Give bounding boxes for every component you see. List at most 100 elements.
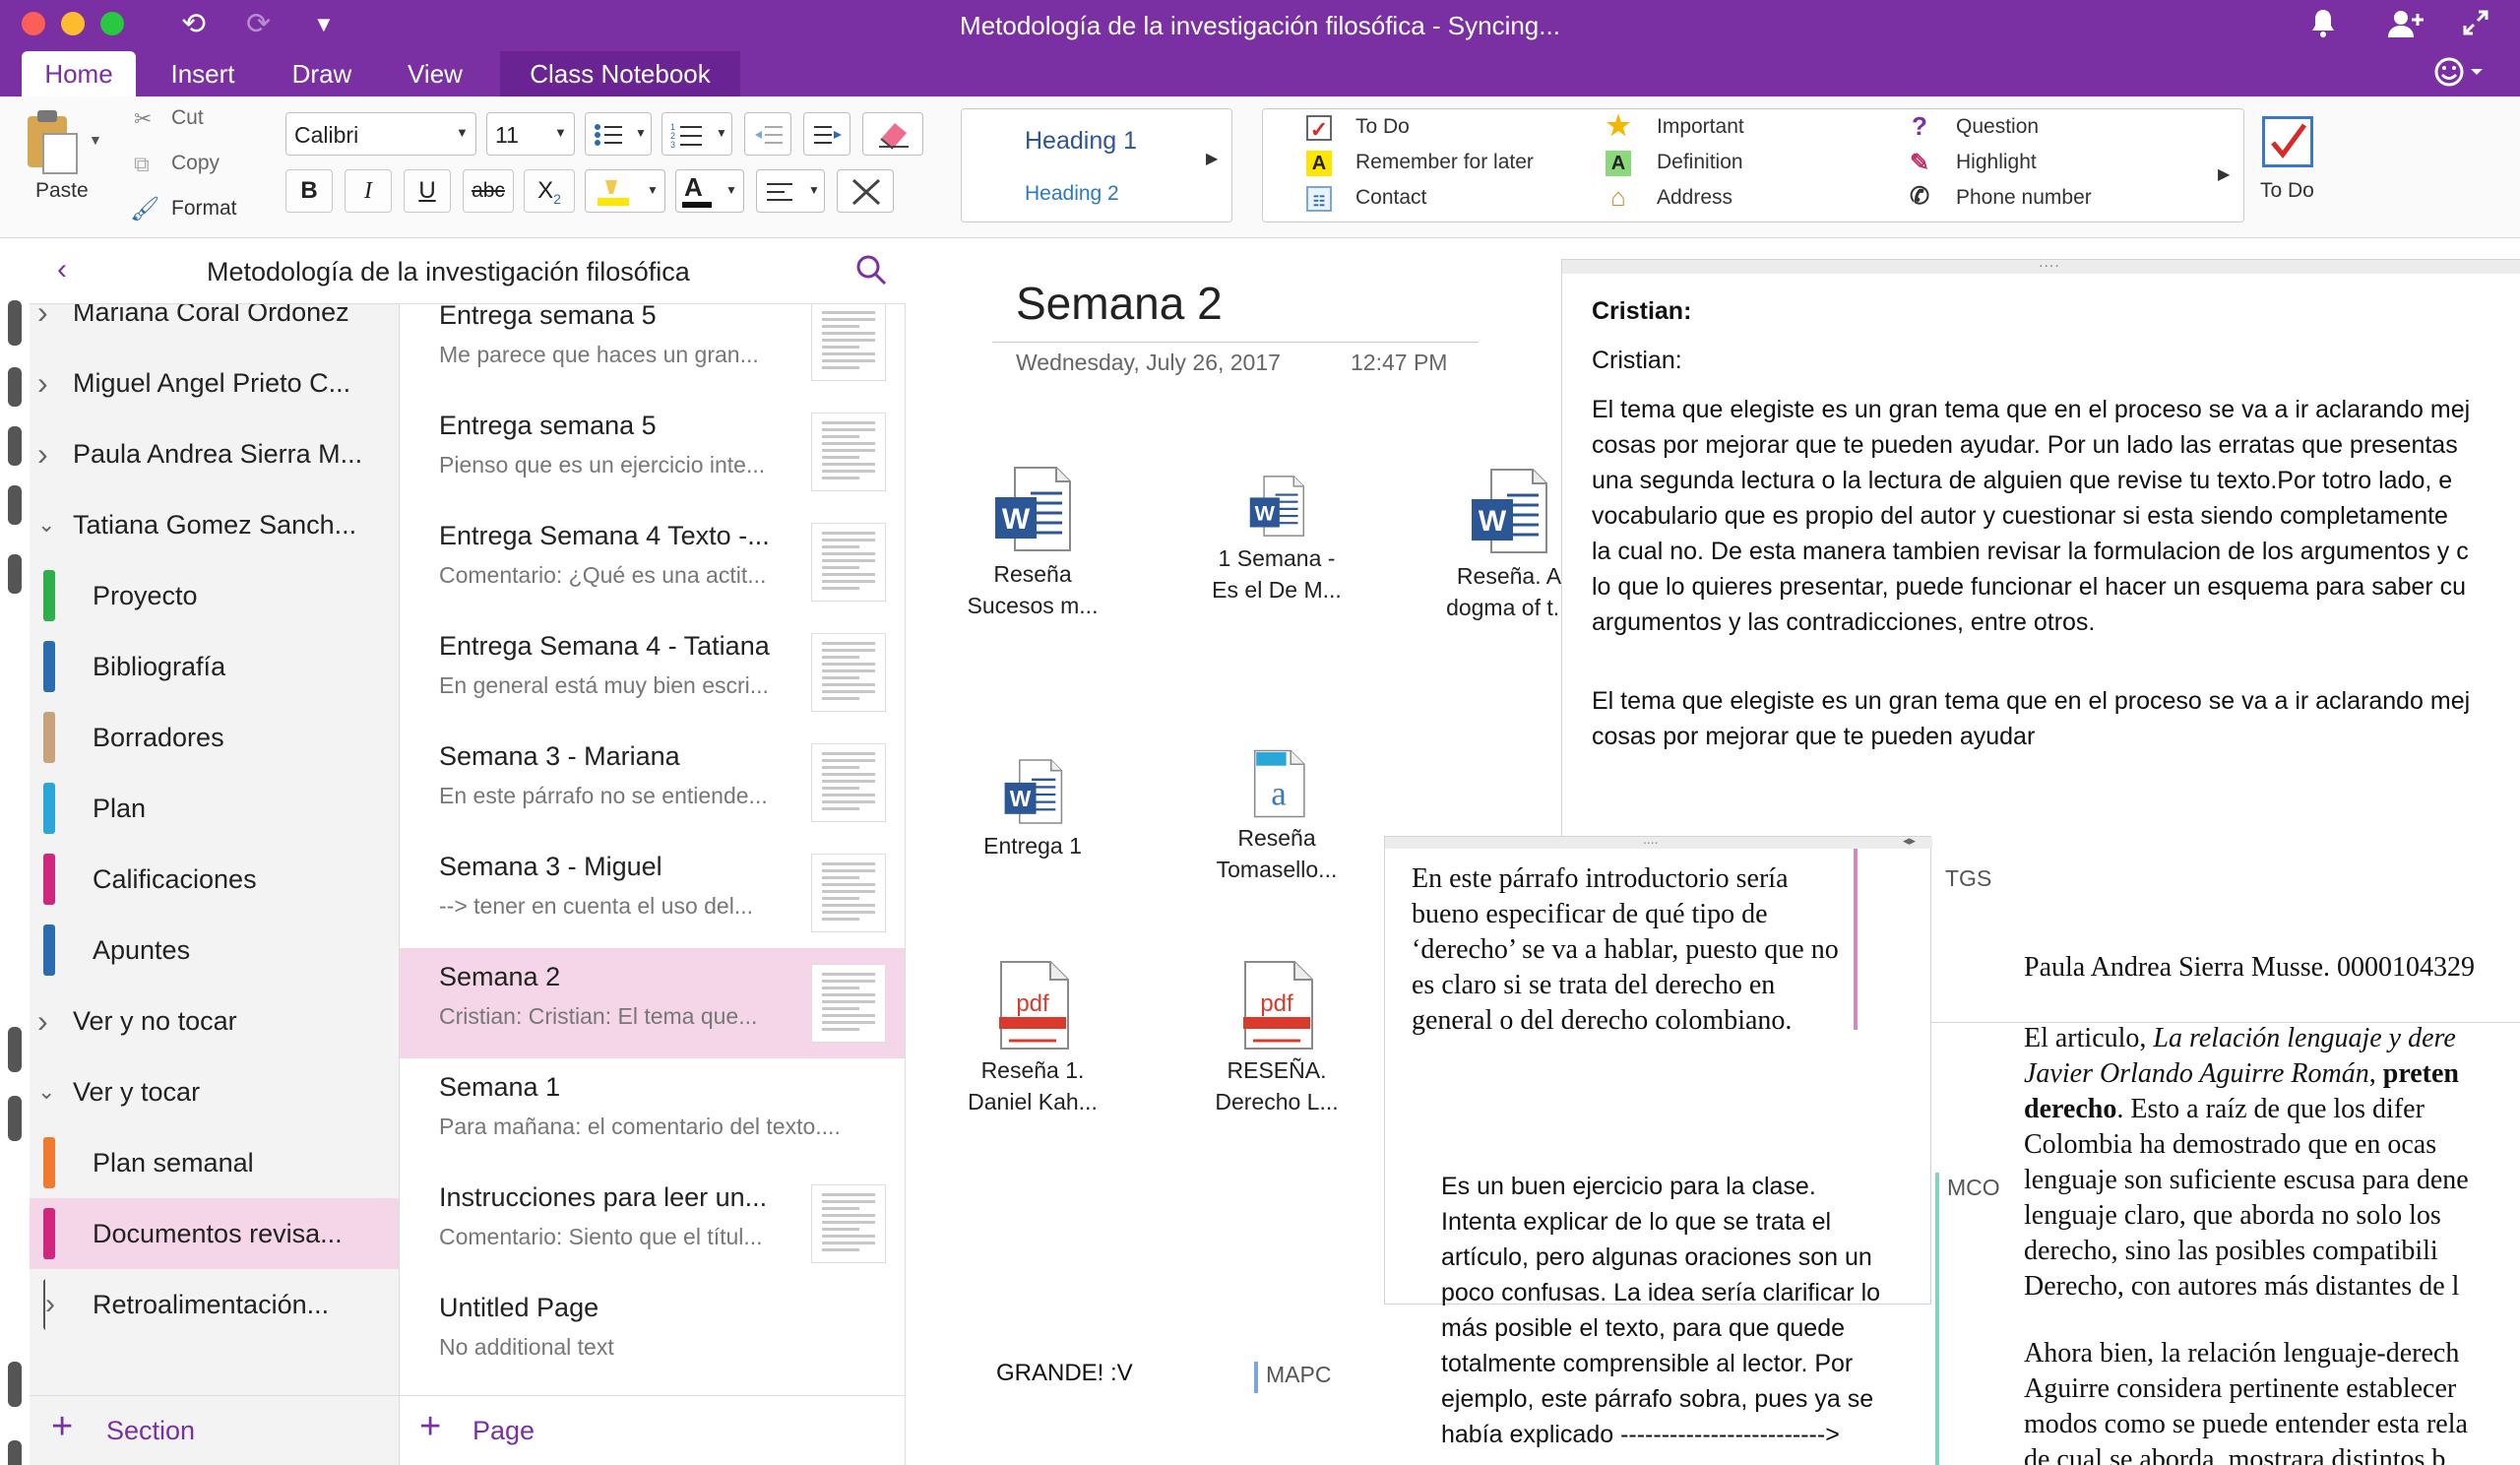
page-item-title: Semana 1 [439,1072,561,1102]
comment-paragraph-1-line: El tema que elegiste es un gran tema que… [1592,396,2471,423]
add-section-button[interactable]: + Section [30,1395,399,1465]
attachment-file[interactable]: W Entrega 1 [939,757,1126,861]
note-resize-arrows-icon[interactable]: ◂▸ [1903,833,1916,849]
section-item[interactable]: ⌄ Ver y tocar [30,1056,399,1127]
page-thumbnail [811,413,886,491]
clear-formatting-eraser-icon[interactable] [862,112,923,156]
increase-indent-icon[interactable] [803,112,850,156]
add-page-button[interactable]: + Page [400,1395,905,1465]
attachment-file[interactable]: pdf Reseña 1. Daniel Kah... [939,960,1126,1117]
chevron-down-icon[interactable]: ⌄ [37,489,55,560]
page-item[interactable]: Semana 1 Para mañana: el comentario del t… [400,1058,905,1169]
chevron-down-icon[interactable]: ⌄ [37,1056,55,1127]
tag-address[interactable]: Address [1657,186,1732,210]
paste-icon[interactable] [24,108,83,177]
page-item[interactable]: Instrucciones para leer un... Comentario:… [400,1169,905,1279]
bold-button[interactable]: B [285,169,333,213]
tab-class-notebook[interactable]: Class Notebook [500,51,740,96]
search-icon[interactable] [854,253,888,291]
chevron-right-icon[interactable]: › [37,348,48,418]
notification-bell-icon[interactable] [2309,8,2337,47]
section-item[interactable]: Borradores [30,702,399,773]
highlight-color-button[interactable]: ▼ [585,169,665,213]
chevron-right-icon[interactable]: › [37,418,48,489]
tags-more-arrow-icon[interactable]: ▶ [2218,164,2230,184]
bullets-button[interactable]: ▼ [585,112,652,156]
notebook-name[interactable]: Metodología de la investigación filosófi… [207,257,690,287]
subscript-label: X [537,177,554,204]
section-item[interactable]: › Mariana Coral Ordonez [30,304,399,348]
tab-view[interactable]: View [386,51,484,96]
tag-remember-for-later[interactable]: Remember for later [1355,151,1534,174]
section-item[interactable]: Proyecto [30,560,399,631]
section-item[interactable]: Plan semanal [30,1127,399,1198]
italic-button[interactable]: I [345,169,392,213]
page-item[interactable]: Entrega Semana 4 Texto -... Comentario: ¿… [400,507,905,617]
page-item[interactable]: Untitled Page No additional text [400,1279,905,1389]
strikethrough-button[interactable]: abc [463,169,514,213]
section-item[interactable]: › Paula Andrea Sierra M... [30,418,399,489]
section-item[interactable]: › Ver y no tocar [30,986,399,1056]
add-person-icon[interactable] [2386,8,2426,47]
paste-dropdown-icon[interactable]: ▼ [89,132,102,148]
feedback-smiley-icon[interactable] [2433,55,2488,96]
section-item[interactable]: › Retroalimentación... [30,1269,399,1340]
tag-contact[interactable]: Contact [1355,186,1426,210]
chevron-right-icon[interactable]: › [45,1269,55,1340]
tab-insert[interactable]: Insert [148,51,258,96]
attachment-file[interactable]: W 1 Semana - Es el De M... [1183,474,1370,605]
paste-button[interactable]: Paste [35,179,89,203]
page-item[interactable]: Semana 3 - Miguel --> tener en cuenta el … [400,838,905,948]
chevron-down-icon: ▼ [808,183,820,197]
page-item[interactable]: Semana 2 Cristian: Cristian: El tema que.… [400,948,905,1058]
attachment-file[interactable]: a Reseña Tomasello... [1183,749,1370,885]
chevron-right-icon[interactable]: › [37,304,48,348]
decrease-indent-icon[interactable] [744,112,791,156]
format-painter-button[interactable]: Format [171,197,237,221]
delete-x-icon[interactable] [837,169,894,213]
styles-gallery[interactable]: Heading 1 Heading 2 ▶ [961,108,1232,223]
page-item[interactable]: Entrega semana 5 Me parece que haces un g… [400,304,905,397]
tag-question[interactable]: Question [1956,115,2039,139]
page-item[interactable]: Semana 3 - Mariana En este párrafo no se … [400,728,905,838]
section-item[interactable]: › Miguel Angel Prieto C... [30,348,399,418]
tag-phone-number[interactable]: Phone number [1956,186,2092,210]
styles-more-arrow-icon[interactable]: ▶ [1206,149,1218,168]
copy-button[interactable]: Copy [171,152,220,175]
subscript-button[interactable]: X2 [524,169,575,213]
style-heading-1[interactable]: Heading 1 [1025,127,1137,156]
font-name-select[interactable]: Calibri ▼ [285,112,476,156]
tab-home[interactable]: Home [22,51,136,96]
font-color-button[interactable]: A ▼ [675,169,744,213]
page-item[interactable]: Entrega semana 5 Pienso que es un ejercic… [400,397,905,507]
tags-gallery[interactable]: ✓ To Do ★ Important ? Question A Remembe… [1262,108,2244,223]
page-canvas[interactable]: Semana 2 Wednesday, July 26, 2017 12:47 … [906,239,2520,1465]
underline-button[interactable]: U [404,169,451,213]
attachment-file[interactable]: pdf RESEÑA. Derecho L... [1183,960,1370,1117]
tag-highlight[interactable]: Highlight [1956,151,2037,174]
section-item[interactable]: Documentos revisa... [30,1198,399,1269]
chevron-right-icon[interactable]: › [37,986,48,1056]
section-item[interactable]: Bibliografía [30,631,399,702]
todo-tag-button[interactable]: To Do [2260,179,2314,203]
tab-draw[interactable]: Draw [270,51,374,96]
tag-important[interactable]: Important [1657,115,1744,139]
section-item[interactable]: Calificaciones [30,844,399,915]
section-item[interactable]: ⌄ Tatiana Gomez Sanch... [30,489,399,560]
numbering-button[interactable]: 123 ▼ [662,112,732,156]
font-size-select[interactable]: 11 ▼ [486,112,575,156]
todo-checkbox-icon[interactable] [2262,116,2313,167]
paragraph-alignment-button[interactable]: ▼ [756,169,825,213]
style-heading-2[interactable]: Heading 2 [1025,182,1119,206]
cut-button[interactable]: Cut [171,106,204,130]
section-item[interactable]: Apuntes [30,915,399,986]
attachment-file[interactable]: W Reseña Sucesos m... [939,464,1126,621]
back-chevron-icon[interactable]: ‹ [57,253,67,287]
tag-definition[interactable]: Definition [1657,151,1743,174]
tag-to-do[interactable]: To Do [1355,115,1410,139]
page-item[interactable]: Entrega Semana 4 - Tatiana En general est… [400,617,905,728]
fullscreen-icon[interactable] [2461,8,2490,45]
note-drag-handle[interactable] [1385,837,1932,849]
section-item[interactable]: Plan [30,773,399,844]
page-title[interactable]: Semana 2 [1016,277,1223,330]
